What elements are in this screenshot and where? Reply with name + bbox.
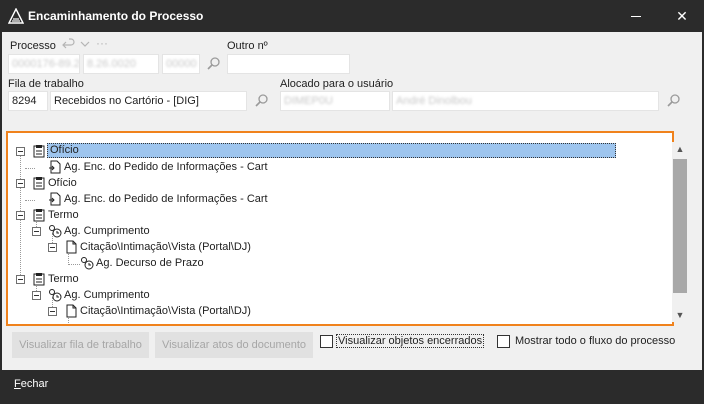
document-clipboard-icon — [33, 145, 45, 158]
tree-node[interactable]: Termo — [10, 207, 310, 223]
alocado-code-field[interactable]: DIMEP0U — [280, 91, 390, 111]
tree-node[interactable]: Ag. Enc. do Pedido de Informações - Cart — [10, 191, 310, 207]
tree-node-label: Ag. Enc. do Pedido de Informações - Cart — [64, 193, 268, 205]
tree-node-label: Termo — [48, 209, 79, 221]
collapse-icon[interactable] — [32, 291, 41, 300]
scroll-thumb[interactable] — [673, 159, 687, 293]
process-clock-icon — [81, 257, 94, 270]
process-clock-icon — [49, 289, 62, 302]
tree-scrollbar[interactable]: ▲ ▼ — [672, 142, 688, 322]
collapse-icon[interactable] — [16, 211, 25, 220]
fechar-button[interactable]: Fechar — [14, 378, 48, 390]
collapse-icon[interactable] — [16, 275, 25, 284]
collapse-icon[interactable] — [16, 179, 25, 188]
footer-bar: Fechar — [0, 370, 704, 404]
title-bar: Encaminhamento do Processo ✕ — [0, 0, 704, 32]
visualizar-fila-button[interactable]: Visualizar fila de trabalho — [12, 332, 149, 358]
outro-input[interactable] — [227, 54, 350, 74]
mostrar-fluxo-checkbox[interactable] — [497, 335, 510, 348]
tree-node-label: Ag. Decurso de Prazo — [96, 257, 204, 269]
tree-node-label: Ag. Enc. do Pedido de Informações - Cart — [64, 161, 268, 173]
tree-node-label: Ofício — [48, 177, 77, 189]
fila-label: Fila de trabalho — [8, 78, 84, 90]
tree-node[interactable]: Ag. Cumprimento — [10, 287, 310, 303]
tree-node[interactable]: Ofício — [10, 143, 630, 159]
processo-field-1[interactable]: 0000176-89.2018 — [8, 54, 80, 74]
process-tree-panel[interactable]: Ofício Ag. Enc. do Pedido de Informações… — [6, 131, 674, 326]
tree-node[interactable]: Citação\Intimação\Vista (Portal\DJ) — [10, 303, 310, 319]
collapse-icon[interactable] — [16, 147, 25, 156]
search-icon[interactable] — [666, 93, 682, 109]
app-logo-icon — [8, 8, 24, 24]
minimize-button[interactable] — [624, 9, 648, 23]
fila-code-field[interactable]: 8294 — [8, 91, 48, 111]
undo-icon[interactable] — [62, 37, 76, 51]
scroll-up-icon[interactable]: ▲ — [672, 142, 688, 156]
tree-node-label: Termo — [48, 273, 79, 285]
process-clock-icon — [49, 225, 62, 238]
processo-label: Processo — [10, 40, 56, 52]
mostrar-fluxo-label[interactable]: Mostrar todo o fluxo do processo — [515, 335, 675, 347]
forward-doc-icon — [49, 160, 61, 174]
processo-field-3[interactable]: 00000 — [162, 54, 200, 74]
collapse-icon[interactable] — [48, 307, 57, 316]
tree-node[interactable]: Ofício — [10, 175, 310, 191]
search-icon[interactable] — [206, 56, 222, 72]
document-clipboard-icon — [33, 209, 45, 222]
visualizar-atos-button[interactable]: Visualizar atos do documento — [155, 332, 313, 358]
tree-node[interactable]: Ag. Decurso de Prazo — [10, 255, 310, 271]
collapse-icon[interactable] — [32, 227, 41, 236]
page-icon — [66, 304, 77, 318]
tree-node-label: Ag. Cumprimento — [64, 289, 150, 301]
document-clipboard-icon — [33, 273, 45, 286]
alocado-name-field[interactable]: André Dinolbou — [392, 91, 659, 111]
scroll-down-icon[interactable]: ▼ — [672, 308, 688, 322]
page-icon — [66, 240, 77, 254]
visualizar-encerrados-checkbox[interactable] — [320, 335, 333, 348]
window-title: Encaminhamento do Processo — [28, 9, 204, 23]
visualizar-encerrados-label[interactable]: Visualizar objetos encerrados — [336, 334, 485, 348]
tree-node-label: Ofício — [47, 143, 616, 158]
search-icon[interactable] — [254, 93, 270, 109]
more-icon[interactable]: ··· — [96, 36, 108, 50]
collapse-icon[interactable] — [48, 243, 57, 252]
tree-node[interactable]: Ag. Cumprimento — [10, 223, 310, 239]
alocado-label: Alocado para o usuário — [280, 78, 394, 90]
chevron-down-icon[interactable] — [80, 39, 90, 49]
fila-name-field[interactable]: Recebidos no Cartório - [DIG] — [50, 91, 247, 111]
document-clipboard-icon — [33, 177, 45, 190]
tree-node[interactable]: Ag. Enc. do Pedido de Informações - Cart — [10, 159, 310, 175]
close-button[interactable]: ✕ — [668, 6, 696, 26]
outro-label: Outro nº — [227, 40, 268, 52]
tree-node-label: Citação\Intimação\Vista (Portal\DJ) — [80, 305, 251, 317]
tree-node[interactable]: Termo — [10, 271, 310, 287]
process-tree[interactable]: Ofício Ag. Enc. do Pedido de Informações… — [10, 133, 672, 324]
dialog-body: Processo ··· 0000176-89.2018 8.26.0020 0… — [2, 32, 702, 370]
processo-field-2[interactable]: 8.26.0020 — [83, 54, 159, 74]
tree-node-label: Citação\Intimação\Vista (Portal\DJ) — [80, 241, 251, 253]
tree-node[interactable]: Citação\Intimação\Vista (Portal\DJ) — [10, 239, 310, 255]
tree-node-label: Ag. Cumprimento — [64, 225, 150, 237]
forward-doc-icon — [49, 192, 61, 206]
